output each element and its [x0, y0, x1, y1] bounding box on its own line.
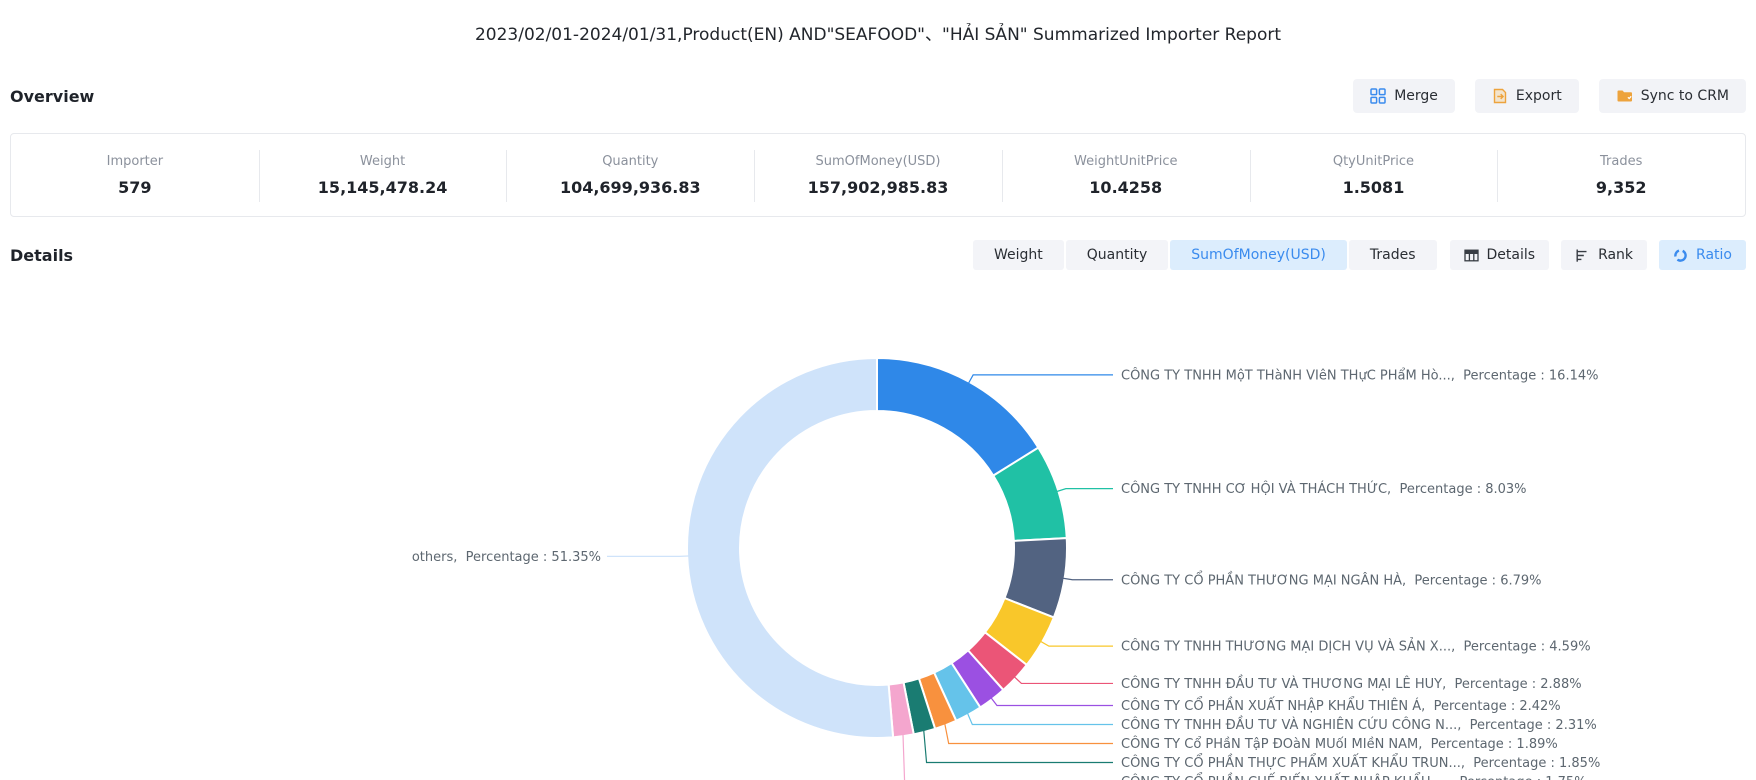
view-ratio-button[interactable]: Ratio: [1659, 240, 1746, 270]
chart-label-line: [1013, 675, 1113, 683]
chart-label-line: [990, 696, 1113, 706]
stat-value: 157,902,985.83: [808, 178, 949, 197]
chart-label: CÔNG TY CỔ PHẦN THỰC PHẨM XUẤT KHẨU TRUN…: [1121, 754, 1600, 771]
summarized-importer-report-page: 2023/02/01-2024/01/31,Product(EN) AND"SE…: [0, 0, 1756, 780]
donut-slice-0[interactable]: [877, 358, 1038, 476]
chart-label: CÔNG TY TNHH CƠ HỘI VÀ THÁCH THỨC, Perce…: [1121, 481, 1527, 497]
export-file-icon: [1492, 88, 1508, 104]
view-tab-group: Details Rank Ratio: [1450, 240, 1746, 270]
stat-sum-of-money: SumOfMoney(USD) 157,902,985.83: [754, 134, 1002, 216]
metric-tab-group: Weight Quantity SumOfMoney(USD) Trades: [973, 240, 1437, 270]
donut-slice-10[interactable]: [687, 358, 893, 738]
details-header-row: Details Weight Quantity SumOfMoney(USD) …: [10, 238, 1746, 272]
stat-quantity: Quantity 104,699,936.83: [506, 134, 754, 216]
chart-label: CÔNG TY CỔ PHẦN CHẾ BIẾN XUẤT NHẬP KHẨU …: [1121, 773, 1587, 780]
page-title: 2023/02/01-2024/01/31,Product(EN) AND"SE…: [0, 20, 1756, 45]
chart-label-line: [1039, 640, 1113, 646]
overview-header-row: Overview Merge Export Sync to CRM: [10, 78, 1746, 114]
view-tab-label: Details: [1487, 247, 1536, 263]
overview-heading: Overview: [10, 87, 94, 106]
tab-sumofmoney-usd[interactable]: SumOfMoney(USD): [1170, 240, 1347, 270]
folder-sync-icon: [1616, 88, 1633, 104]
chart-label-line: [967, 711, 1113, 724]
chart-label: others, Percentage : 51.35%: [412, 550, 601, 565]
view-rank-button[interactable]: Rank: [1561, 240, 1647, 270]
tab-weight[interactable]: Weight: [973, 240, 1064, 270]
merge-grid-icon: [1370, 88, 1386, 104]
view-details-button[interactable]: Details: [1450, 240, 1550, 270]
chart-label-line: [1061, 578, 1113, 580]
stat-label: QtyUnitPrice: [1333, 154, 1414, 169]
view-tab-label: Rank: [1598, 247, 1633, 263]
overview-stats-card: Importer 579 Weight 15,145,478.24 Quanti…: [10, 133, 1746, 217]
stat-label: Quantity: [602, 154, 658, 169]
stat-value: 1.5081: [1343, 178, 1405, 197]
chart-label-line: [903, 732, 1113, 780]
stat-label: Trades: [1600, 154, 1642, 169]
stat-label: WeightUnitPrice: [1074, 154, 1177, 169]
stat-importer: Importer 579: [11, 134, 259, 216]
sync-to-crm-button-label: Sync to CRM: [1641, 88, 1729, 104]
chart-label-line: [1054, 489, 1113, 493]
stat-value: 10.4258: [1089, 178, 1162, 197]
stat-qty-unit-price: QtyUnitPrice 1.5081: [1250, 134, 1498, 216]
chart-label: CÔNG TY CỔ PHẦN THƯƠNG MẠI NGÂN HÀ, Perc…: [1121, 571, 1542, 588]
donut-icon: [1673, 248, 1688, 263]
stat-label: Weight: [360, 154, 405, 169]
rank-icon: [1575, 248, 1590, 263]
details-tab-area: Weight Quantity SumOfMoney(USD) Trades D…: [973, 240, 1746, 270]
chart-label-line: [967, 375, 1113, 385]
chart-label: CÔNG TY TNHH MộT THàNH VIêN THựC PHẩM Hò…: [1121, 367, 1598, 383]
stat-value: 15,145,478.24: [318, 178, 448, 197]
stat-weight: Weight 15,145,478.24: [259, 134, 507, 216]
details-heading: Details: [10, 246, 73, 265]
stat-value: 9,352: [1596, 178, 1647, 197]
stat-label: Importer: [107, 154, 164, 169]
view-tab-label: Ratio: [1696, 247, 1732, 263]
stat-label: SumOfMoney(USD): [816, 154, 941, 169]
merge-button[interactable]: Merge: [1353, 79, 1455, 113]
merge-button-label: Merge: [1394, 88, 1438, 104]
chart-label: CÔNG TY TNHH ĐẦU TƯ VÀ THƯƠNG MẠI LÊ HUY…: [1121, 675, 1582, 692]
chart-label: CÔNG TY CỔ PHẦN XUẤT NHẬP KHẨU THIÊN Á, …: [1121, 697, 1561, 714]
tab-quantity[interactable]: Quantity: [1066, 240, 1169, 270]
chart-label-line: [607, 556, 691, 557]
table-icon: [1464, 248, 1479, 263]
sync-to-crm-button[interactable]: Sync to CRM: [1599, 79, 1746, 113]
chart-label: CÔNG TY Cổ PHầN TậP ĐOàN MUốI MIềN NAM, …: [1121, 736, 1558, 752]
export-button[interactable]: Export: [1475, 79, 1579, 113]
toolbar: Merge Export Sync to CRM: [1353, 79, 1746, 113]
tab-trades[interactable]: Trades: [1349, 240, 1437, 270]
chart-label: CÔNG TY TNHH ĐẦU TƯ VÀ NGHIÊN CỨU CÔNG N…: [1121, 716, 1597, 733]
chart-label: CÔNG TY TNHH THƯƠNG MẠI DỊCH VỤ VÀ SẢN X…: [1121, 638, 1591, 655]
stat-value: 104,699,936.83: [560, 178, 701, 197]
importer-ratio-donut-chart: CÔNG TY TNHH MộT THàNH VIêN THựC PHẩM Hò…: [0, 285, 1756, 780]
stat-weight-unit-price: WeightUnitPrice 10.4258: [1002, 134, 1250, 216]
chart-label-line: [924, 728, 1113, 762]
stat-trades: Trades 9,352: [1497, 134, 1745, 216]
export-button-label: Export: [1516, 88, 1562, 104]
stat-value: 579: [118, 178, 151, 197]
